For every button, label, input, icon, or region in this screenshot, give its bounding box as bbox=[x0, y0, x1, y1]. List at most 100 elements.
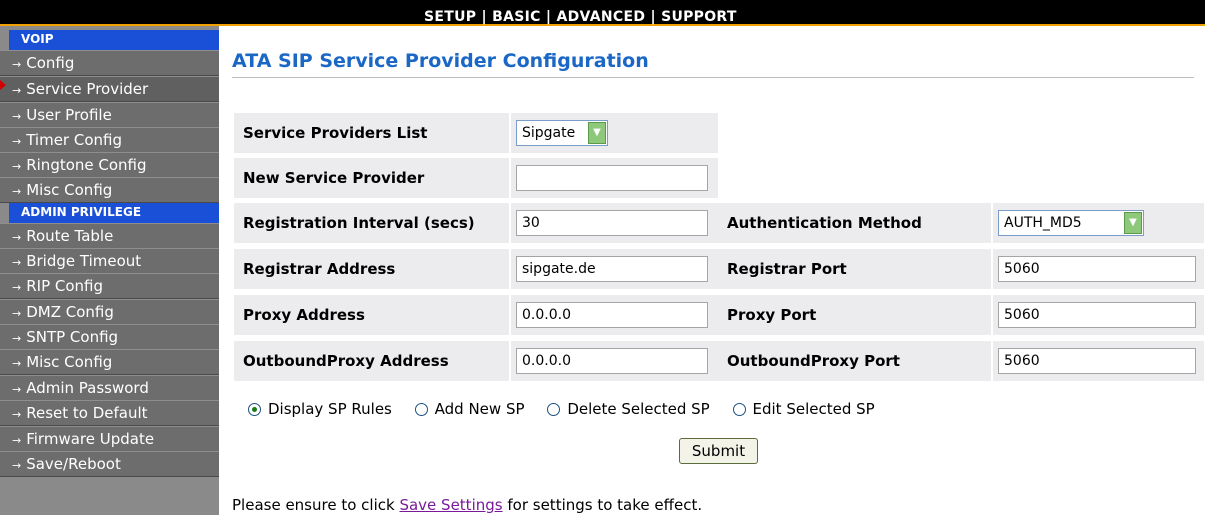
proxy-port-label: Proxy Port bbox=[718, 295, 991, 335]
sidebar-item-label: Timer Config bbox=[26, 131, 122, 149]
arrow-right-icon: → bbox=[12, 281, 22, 294]
sidebar-item-sntp-config[interactable]: → SNTP Config bbox=[0, 324, 219, 350]
sidebar-item-label: RIP Config bbox=[26, 277, 104, 295]
outbound-proxy-port-input[interactable] bbox=[998, 348, 1196, 374]
sidebar-item-reset-default[interactable]: → Reset to Default bbox=[0, 400, 219, 426]
sidebar-item-label: Config bbox=[26, 54, 75, 72]
new-service-provider-cell bbox=[511, 158, 718, 198]
nav-support[interactable]: SUPPORT bbox=[661, 9, 737, 25]
arrow-right-icon: → bbox=[12, 110, 22, 123]
sidebar-item-dmz-config[interactable]: → DMZ Config bbox=[0, 299, 219, 325]
arrow-right-icon: → bbox=[12, 332, 22, 345]
service-providers-select-value: Sipgate bbox=[522, 125, 576, 141]
sidebar-item-misc-config[interactable]: → Misc Config bbox=[0, 177, 219, 203]
registrar-address-cell bbox=[511, 249, 718, 289]
title-divider bbox=[232, 77, 1194, 78]
sidebar-item-ringtone-config[interactable]: → Ringtone Config bbox=[0, 152, 219, 178]
sidebar: VOIP → Config → Service Provider → User Pro… bbox=[0, 26, 219, 515]
proxy-address-input[interactable] bbox=[516, 302, 708, 328]
notice-suffix: for settings to take effect. bbox=[507, 496, 703, 514]
sidebar-header-voip: VOIP bbox=[9, 30, 219, 50]
outbound-proxy-address-cell bbox=[511, 341, 718, 381]
chevron-down-icon: ▼ bbox=[1124, 212, 1142, 234]
registrar-port-label: Registrar Port bbox=[718, 249, 991, 289]
page-title: ATA SIP Service Provider Configuration bbox=[232, 50, 649, 72]
arrow-right-icon: → bbox=[12, 135, 22, 148]
arrow-right-icon: → bbox=[12, 357, 22, 370]
arrow-right-icon: → bbox=[12, 256, 22, 269]
registrar-port-input[interactable] bbox=[998, 256, 1196, 282]
sidebar-item-save-reboot[interactable]: → Save/Reboot bbox=[0, 451, 219, 477]
notice-prefix: Please ensure to click bbox=[232, 496, 395, 514]
radio-label: Display SP Rules bbox=[268, 400, 392, 418]
registrar-port-cell bbox=[993, 249, 1204, 289]
authentication-method-cell: AUTH_MD5 ▼ bbox=[993, 203, 1204, 243]
sidebar-item-label: Firmware Update bbox=[26, 430, 155, 448]
sidebar-item-label: Misc Config bbox=[26, 353, 113, 371]
arrow-right-icon: → bbox=[12, 434, 22, 447]
radio-unchecked-icon bbox=[547, 402, 561, 416]
sidebar-item-label: DMZ Config bbox=[26, 303, 114, 321]
radio-add-new-sp[interactable]: Add New SP bbox=[414, 400, 525, 418]
proxy-address-cell bbox=[511, 295, 718, 335]
service-providers-select[interactable]: Sipgate ▼ bbox=[516, 120, 608, 146]
nav-setup[interactable]: SETUP bbox=[424, 9, 476, 25]
sidebar-item-admin-password[interactable]: → Admin Password bbox=[0, 375, 219, 401]
sp-action-radios: Display SP Rules Add New SP Delete Selec… bbox=[248, 400, 893, 420]
submit-button[interactable]: Submit bbox=[679, 438, 758, 464]
outbound-proxy-address-label: OutboundProxy Address bbox=[234, 341, 509, 381]
nav-separator: | bbox=[545, 9, 552, 25]
service-providers-list-label: Service Providers List bbox=[234, 113, 509, 153]
authentication-method-select[interactable]: AUTH_MD5 ▼ bbox=[998, 210, 1144, 236]
nav-separator: | bbox=[650, 9, 656, 25]
nav-advanced[interactable]: ADVANCED bbox=[557, 9, 646, 25]
radio-label: Edit Selected SP bbox=[752, 400, 875, 418]
radio-display-sp-rules[interactable]: Display SP Rules bbox=[248, 400, 392, 418]
authentication-method-value: AUTH_MD5 bbox=[1004, 215, 1082, 231]
radio-unchecked-icon bbox=[414, 402, 428, 416]
top-nav: SETUP | BASIC | ADVANCED | SUPPORT bbox=[424, 8, 737, 26]
sidebar-item-service-provider[interactable]: → Service Provider bbox=[0, 76, 219, 102]
sidebar-item-label: Route Table bbox=[26, 227, 114, 245]
radio-edit-selected-sp[interactable]: Edit Selected SP bbox=[732, 400, 875, 418]
sidebar-item-rip-config[interactable]: → RIP Config bbox=[0, 273, 219, 299]
sidebar-item-timer-config[interactable]: → Timer Config bbox=[0, 127, 219, 153]
sidebar-header-admin: ADMIN PRIVILEGE bbox=[9, 203, 219, 223]
arrow-right-icon: → bbox=[12, 307, 22, 320]
service-providers-list-cell: Sipgate ▼ bbox=[511, 113, 718, 153]
radio-delete-selected-sp[interactable]: Delete Selected SP bbox=[547, 400, 710, 418]
proxy-port-input[interactable] bbox=[998, 302, 1196, 328]
save-settings-link[interactable]: Save Settings bbox=[399, 496, 502, 514]
sidebar-item-label: Misc Config bbox=[26, 181, 113, 199]
arrow-right-icon: → bbox=[12, 84, 22, 97]
outbound-proxy-address-input[interactable] bbox=[516, 348, 708, 374]
radio-unchecked-icon bbox=[732, 402, 746, 416]
arrow-right-icon: → bbox=[12, 231, 22, 244]
new-service-provider-input[interactable] bbox=[516, 165, 708, 191]
sidebar-item-label: Bridge Timeout bbox=[26, 252, 142, 270]
registrar-address-input[interactable] bbox=[516, 256, 708, 282]
outbound-proxy-port-cell bbox=[993, 341, 1204, 381]
sidebar-item-label: Reset to Default bbox=[26, 404, 148, 422]
sidebar-item-admin-misc-config[interactable]: → Misc Config bbox=[0, 349, 219, 375]
registration-interval-input[interactable] bbox=[516, 210, 708, 236]
proxy-port-cell bbox=[993, 295, 1204, 335]
sidebar-item-label: User Profile bbox=[26, 106, 112, 124]
sidebar-item-config[interactable]: → Config bbox=[0, 50, 219, 76]
authentication-method-label: Authentication Method bbox=[718, 203, 991, 243]
proxy-address-label: Proxy Address bbox=[234, 295, 509, 335]
sidebar-item-user-profile[interactable]: → User Profile bbox=[0, 102, 219, 128]
sidebar-item-firmware-update[interactable]: → Firmware Update bbox=[0, 426, 219, 452]
arrow-right-icon: → bbox=[12, 408, 22, 421]
save-notice: Please ensure to click Save Settings for… bbox=[232, 496, 702, 514]
nav-basic[interactable]: BASIC bbox=[492, 9, 541, 25]
nav-separator: | bbox=[481, 9, 487, 25]
sidebar-item-label: SNTP Config bbox=[26, 328, 119, 346]
sidebar-item-label: Service Provider bbox=[26, 80, 149, 98]
sidebar-item-bridge-timeout[interactable]: → Bridge Timeout bbox=[0, 248, 219, 274]
radio-label: Add New SP bbox=[434, 400, 525, 418]
sidebar-item-route-table[interactable]: → Route Table bbox=[0, 223, 219, 249]
arrow-right-icon: → bbox=[12, 160, 22, 173]
outbound-proxy-port-label: OutboundProxy Port bbox=[718, 341, 991, 381]
top-nav-bar: SETUP | BASIC | ADVANCED | SUPPORT bbox=[0, 0, 1205, 26]
